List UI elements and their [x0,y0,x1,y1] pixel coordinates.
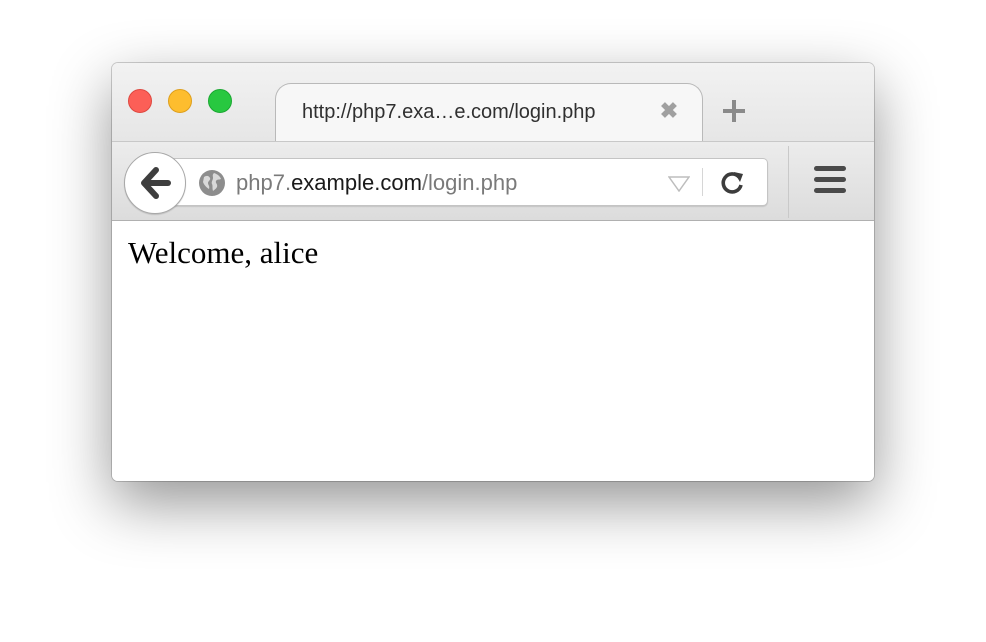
close-window-button[interactable] [128,89,152,113]
menu-bar-line [814,188,846,193]
menu-bar-line [814,177,846,182]
reload-icon[interactable] [720,170,746,196]
url-prefix: php7. [236,170,292,195]
minimize-window-button[interactable] [168,89,192,113]
triangle-down-icon[interactable] [668,176,690,192]
url-host: example.com [291,170,422,195]
menu-bar-line [814,166,846,171]
tab-active[interactable]: http://php7.exa…e.com/login.php ✖ [275,83,703,141]
hamburger-menu-icon[interactable] [814,166,848,196]
maximize-window-button[interactable] [208,89,232,113]
url-bar-separator [702,168,703,196]
new-tab-button[interactable] [720,97,748,125]
tab-strip: http://php7.exa…e.com/login.php ✖ [112,63,874,141]
welcome-message: Welcome, alice [128,235,319,270]
back-button[interactable] [124,152,186,214]
arrow-left-icon [141,167,171,199]
url-text[interactable]: php7.example.com/login.php [236,170,517,196]
page-content: Welcome, alice [112,221,874,481]
url-bar[interactable]: php7.example.com/login.php [170,158,768,206]
globe-icon [199,170,225,196]
browser-window: http://php7.exa…e.com/login.php ✖ php7.e… [112,63,874,481]
plus-icon [723,100,745,122]
url-path: /login.php [421,170,518,195]
tab-title: http://php7.exa…e.com/login.php [302,101,596,123]
toolbar-divider [788,146,789,218]
navigation-toolbar: php7.example.com/login.php [112,141,874,221]
tab-close-icon[interactable]: ✖ [658,100,680,122]
